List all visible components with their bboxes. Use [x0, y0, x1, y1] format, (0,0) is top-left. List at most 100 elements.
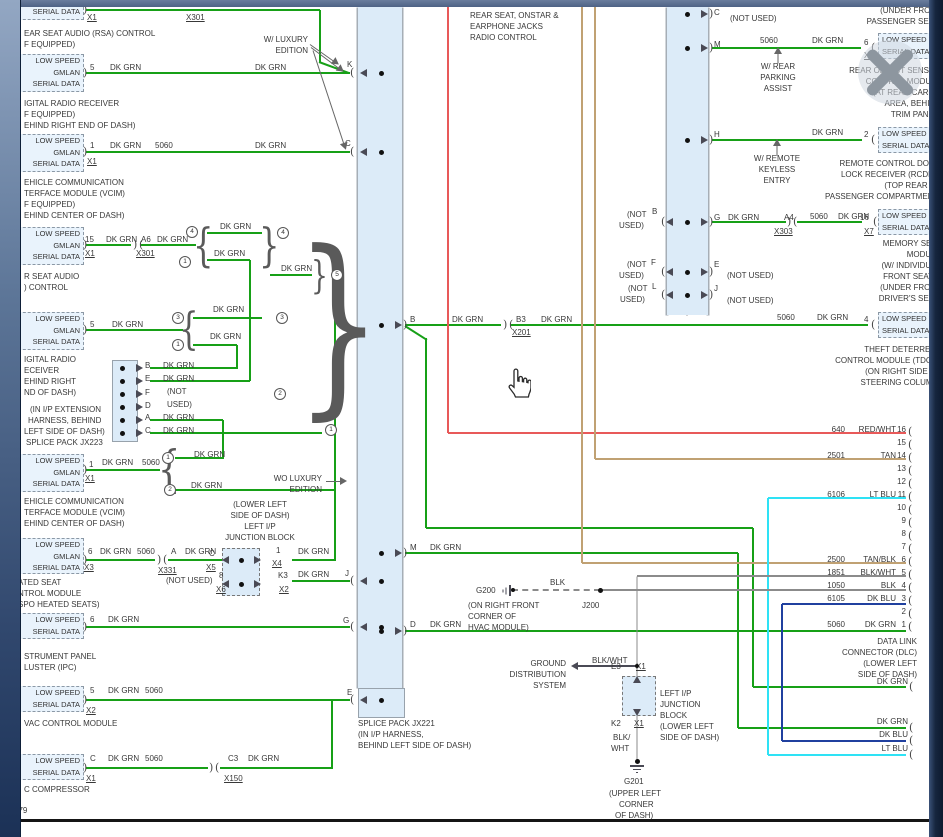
serial-data-tag-text: SERIAL DATA — [32, 626, 80, 636]
circled-number: 5 — [331, 269, 343, 281]
diagram-label: DATA LINK — [877, 637, 917, 646]
dlc-pin-number: 4 — [901, 581, 906, 590]
wire-segment — [168, 559, 222, 561]
diagram-label: EHIND CENTER OF DASH) — [24, 211, 125, 220]
diagram-label: BLK/WHT — [592, 656, 628, 665]
junction-dot — [597, 587, 603, 593]
diagram-label: A — [171, 547, 177, 556]
arrowhead-icon — [666, 291, 673, 299]
serial-data-tag-text: GMLAN — [53, 67, 80, 77]
close-button[interactable] — [856, 38, 924, 106]
diagram-label: X331 — [158, 566, 177, 575]
serial-data-tag: LOW SPEED GMLAN SERIAL DATA — [18, 134, 84, 172]
diagram-label: 6 — [90, 615, 95, 624]
diagram-label: LEFT I/P — [244, 522, 276, 531]
serial-data-tag: LOW SPEED GMLAN SERIAL DATA — [18, 538, 84, 574]
diagram-label: 6 — [88, 547, 93, 556]
diagram-label: X7 — [864, 227, 874, 236]
bracket: } — [295, 210, 383, 438]
diagram-label: VAC CONTROL MODULE — [24, 719, 118, 728]
diagram-label: DK GRN — [110, 141, 142, 150]
connector-glyph: ( — [908, 581, 913, 594]
connector-glyph: ) — [403, 624, 408, 637]
wire-segment — [193, 317, 262, 319]
diagram-label: TERFACE MODULE (VCIM) — [24, 189, 125, 198]
diagram-label: RADIO CONTROL — [470, 33, 537, 42]
diagram-label: W/ REMOTE — [753, 154, 801, 163]
diagram-label: DK GRN — [102, 458, 134, 467]
diagram-label: (NOT USED) — [730, 14, 777, 23]
diagram-label: SPO HEATED SEATS) — [18, 600, 100, 609]
dlc-pin-number: 3 — [901, 594, 906, 603]
diagram-label: HARNESS, BEHIND — [28, 416, 102, 425]
wire-color-label: TAN/BLK — [863, 555, 896, 564]
junction-dot — [378, 697, 384, 703]
junction-dot — [238, 557, 244, 563]
diagram-label: (NOT — [628, 284, 648, 293]
connector-glyph: ( — [908, 516, 913, 529]
connector-glyph: ( — [350, 574, 355, 587]
diagram-label: X5 — [206, 563, 216, 572]
arrowhead-icon — [254, 580, 261, 588]
serial-data-tag-text: LOW SPEED — [35, 540, 80, 549]
arrowhead-icon — [774, 47, 782, 54]
diagram-label: REMOTE CONTROL DOOR — [839, 159, 941, 168]
diagram-label: NTROL MODULE — [18, 589, 82, 598]
dlc-pin-number: 14 — [897, 451, 906, 460]
serial-data-tag-text: GMLAN — [53, 240, 80, 250]
serial-data-tag-text: SERIAL DATA — [32, 699, 80, 709]
diagram-label: (LOWER LEFT — [863, 659, 917, 668]
connector-glyph: ( — [908, 607, 913, 620]
hand-cursor-icon — [505, 368, 532, 403]
serial-data-tag-text: GMLAN — [53, 551, 80, 561]
diagram-label: USED) — [620, 295, 645, 304]
wire-color-label: DK BLU — [867, 594, 896, 603]
arrowhead-icon — [222, 580, 229, 588]
window-right-edge-scrollbar[interactable] — [929, 0, 943, 837]
connector-glyph: ( — [908, 451, 913, 464]
diagram-label: DK GRN — [255, 63, 287, 72]
connector-glyph: ) — [83, 761, 88, 774]
arrowhead-icon — [136, 429, 143, 437]
junction-dot — [119, 378, 125, 384]
serial-data-tag-text: SERIAL DATA — [32, 767, 80, 777]
wire-code-label: 5060 — [827, 620, 845, 629]
serial-data-tag: LOW SPEED SERIAL DATA — [18, 754, 84, 780]
diagram-label: DK GRN — [255, 141, 287, 150]
wire-segment — [86, 559, 155, 561]
wire-segment — [630, 765, 644, 767]
junction-dot — [238, 581, 244, 587]
connector-glyph: ( — [215, 761, 220, 774]
wire-color-label: BLK/WHT — [860, 568, 896, 577]
dlc-pin-number: 11 — [897, 490, 906, 499]
diagram-label: DK GRN — [100, 547, 132, 556]
wire-color-label: DK GRN — [864, 620, 896, 629]
diagram-label: J200 — [582, 601, 600, 610]
connector-glyph: ) — [83, 145, 88, 158]
diagram-label: EHICLE COMMUNICATION — [24, 497, 124, 506]
diagram-label: DK GRN — [541, 315, 573, 324]
serial-data-tag: LOW SPEED GMLAN SERIAL DATA — [18, 227, 84, 265]
diagram-label: CORNER — [619, 800, 654, 809]
diagram-label: DK GRN — [108, 615, 140, 624]
junction-dot — [378, 70, 384, 76]
diagram-label: OF DASH) — [615, 811, 654, 820]
diagram-label: PASSENGER COMPARTMENT) — [824, 192, 941, 201]
wire-code-label: 2500 — [827, 555, 845, 564]
junction-dot — [119, 391, 125, 397]
junction-dot — [378, 149, 384, 155]
diagram-label: (NOT — [167, 387, 187, 396]
wire-code-label: 1050 — [827, 581, 845, 590]
circled-number: 4 — [186, 226, 198, 238]
serial-data-tag-text: LOW SPEED — [35, 314, 80, 323]
wire-segment — [292, 580, 350, 582]
diagram-label: M — [714, 40, 721, 49]
diagram-label: E3 — [611, 662, 621, 671]
circled-number: 1 — [172, 339, 184, 351]
junction-dot — [634, 758, 640, 764]
diagram-label: JUNCTION — [660, 700, 701, 709]
connector-glyph: ( — [350, 693, 355, 706]
dlc-pin-number: 12 — [897, 477, 906, 486]
wire-segment — [752, 528, 754, 687]
diagram-label: DK GRN — [112, 320, 144, 329]
